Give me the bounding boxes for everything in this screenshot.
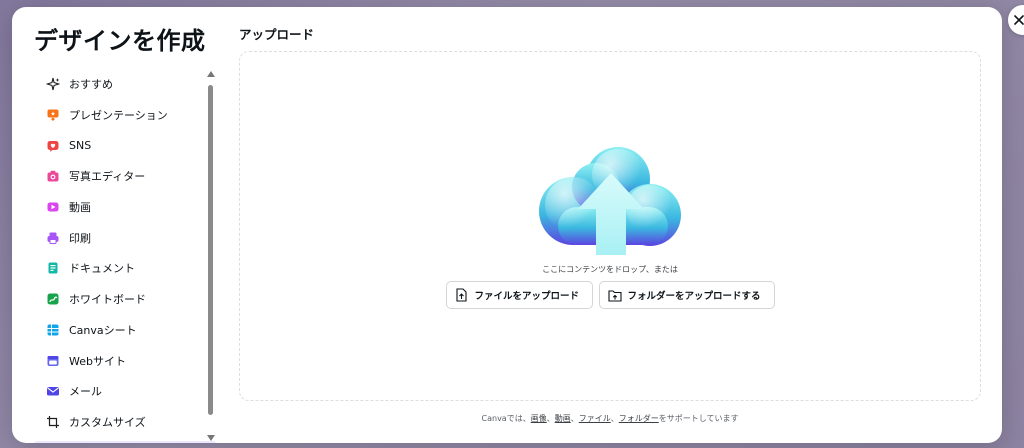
printer-icon bbox=[45, 230, 61, 246]
link-folder[interactable]: フォルダー bbox=[619, 414, 659, 423]
sidebar-item-sns[interactable]: SNS bbox=[32, 130, 218, 161]
sidebar-scrollbar[interactable] bbox=[206, 71, 218, 443]
upload-file-label: ファイルをアップロード bbox=[474, 291, 580, 302]
video-icon bbox=[45, 199, 61, 215]
footer-suffix: をサポートしています bbox=[658, 414, 739, 423]
sidebar-item-video[interactable]: 動画 bbox=[32, 192, 218, 223]
sidebar-item-recommended[interactable]: おすすめ bbox=[32, 69, 218, 100]
upload-section-title: アップロード bbox=[239, 27, 315, 42]
website-icon bbox=[45, 353, 61, 369]
custom-size-icon bbox=[45, 414, 61, 430]
sidebar-item-label: 動画 bbox=[69, 201, 91, 215]
footer-separator: 、 bbox=[546, 414, 555, 423]
upload-folder-label: フォルダーをアップロードする bbox=[627, 291, 761, 302]
drop-hint-text: ここにコンテンツをドロップ、または bbox=[542, 265, 678, 274]
sidebar-item-label: メール bbox=[69, 385, 102, 399]
sidebar-item-label: おすすめ bbox=[69, 78, 113, 92]
camera-icon bbox=[45, 168, 61, 184]
link-video[interactable]: 動画 bbox=[555, 414, 571, 423]
sidebar-item-label: ホワイトボード bbox=[69, 293, 146, 307]
link-file[interactable]: ファイル bbox=[579, 414, 611, 423]
sidebar-item-label: SNS bbox=[69, 139, 92, 153]
presentation-icon bbox=[45, 107, 61, 123]
cloud-upload-icon bbox=[539, 147, 681, 255]
supported-formats-note: Canvaでは、画像、動画、ファイル、フォルダーをサポートしています bbox=[239, 413, 981, 424]
sidebar-item-upload-selected[interactable] bbox=[32, 441, 218, 443]
sidebar-item-label: プレゼンテーション bbox=[69, 109, 168, 123]
sidebar-item-presentation[interactable]: プレゼンテーション bbox=[32, 100, 218, 131]
sidebar-item-document[interactable]: ドキュメント bbox=[32, 253, 218, 284]
design-type-sidebar: おすすめ プレゼンテーション SNS 写真エディター 動画 印刷 ドキュメント … bbox=[32, 69, 218, 443]
heart-icon bbox=[45, 138, 61, 154]
upload-button-row: ファイルをアップロード フォルダーをアップロードする bbox=[240, 281, 980, 309]
whiteboard-icon bbox=[45, 291, 61, 307]
sidebar-item-website[interactable]: Webサイト bbox=[32, 345, 218, 376]
sidebar-item-label: Canvaシート bbox=[69, 323, 137, 337]
scroll-down-arrow-icon[interactable] bbox=[207, 435, 215, 441]
upload-folder-button[interactable]: フォルダーをアップロードする bbox=[598, 281, 775, 309]
sidebar-item-label: 印刷 bbox=[69, 231, 91, 245]
scroll-up-arrow-icon[interactable] bbox=[207, 71, 215, 77]
sidebar-item-print[interactable]: 印刷 bbox=[32, 222, 218, 253]
upload-file-button[interactable]: ファイルをアップロード bbox=[445, 281, 593, 309]
footer-prefix: Canvaでは、 bbox=[481, 414, 531, 423]
link-image[interactable]: 画像 bbox=[531, 414, 547, 423]
upload-dropzone[interactable]: ここにコンテンツをドロップ、または ファイルをアップロード フォルダーをアップロ… bbox=[239, 51, 981, 401]
scroll-thumb[interactable] bbox=[208, 85, 213, 415]
sheet-icon bbox=[45, 322, 61, 338]
close-icon bbox=[1014, 15, 1024, 25]
sidebar-item-label: Webサイト bbox=[69, 354, 126, 368]
sidebar-item-photo-editor[interactable]: 写真エディター bbox=[32, 161, 218, 192]
footer-separator: 、 bbox=[570, 414, 579, 423]
footer-separator: 、 bbox=[610, 414, 619, 423]
file-upload-icon bbox=[455, 288, 469, 302]
sidebar-item-label: 写真エディター bbox=[69, 170, 146, 184]
document-icon bbox=[45, 260, 61, 276]
dialog-title: デザインを作成 bbox=[34, 27, 206, 55]
sidebar-item-custom-size[interactable]: カスタムサイズ bbox=[32, 407, 218, 438]
sidebar-item-canva-sheet[interactable]: Canvaシート bbox=[32, 315, 218, 346]
sidebar-item-whiteboard[interactable]: ホワイトボード bbox=[32, 284, 218, 315]
folder-upload-icon bbox=[607, 288, 622, 302]
create-design-dialog: デザインを作成 おすすめ プレゼンテーション SNS 写真エディター 動画 印刷… bbox=[12, 7, 1002, 443]
sparkle-icon bbox=[45, 76, 61, 92]
mail-icon bbox=[45, 383, 61, 399]
sidebar-item-label: ドキュメント bbox=[69, 262, 135, 276]
sidebar-item-label: カスタムサイズ bbox=[69, 415, 146, 429]
sidebar-item-mail[interactable]: メール bbox=[32, 376, 218, 407]
